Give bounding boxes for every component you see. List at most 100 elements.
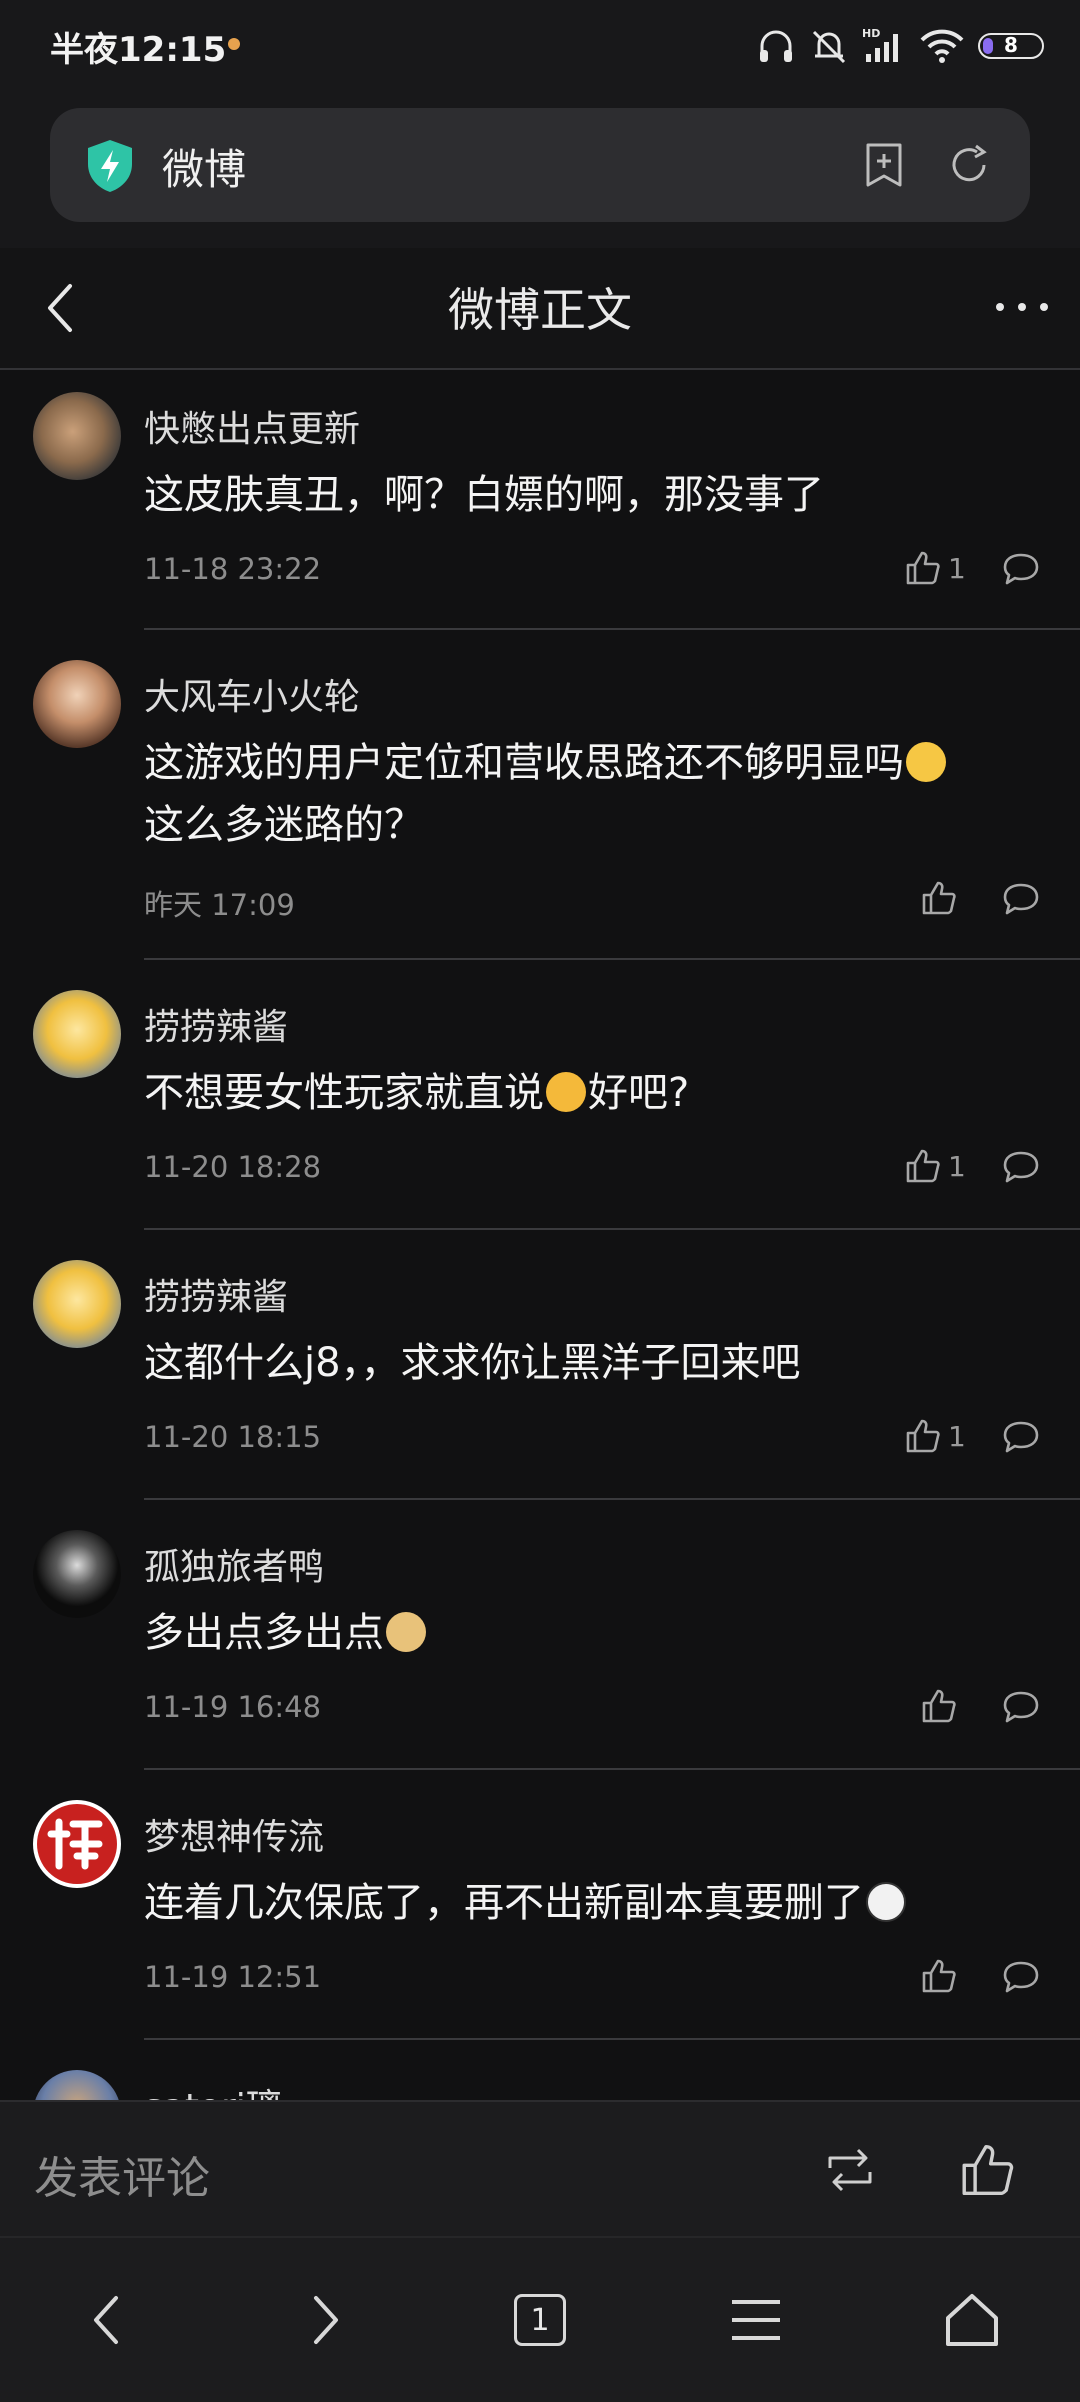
avatar[interactable] (33, 392, 121, 480)
comment-reply-icon[interactable] (1002, 552, 1040, 586)
tabs-icon: 1 (514, 2294, 566, 2346)
avatar[interactable] (33, 1530, 121, 1618)
comment-time: 昨天 17:09 (144, 888, 295, 922)
comment-like-button[interactable]: 1 (904, 1148, 966, 1184)
avatar[interactable] (33, 990, 121, 1078)
comment-text: 连着几次保底了，再不出新副本真要删了 (144, 1872, 1044, 1934)
doge-emoji-icon (386, 1612, 426, 1652)
comment-divider (144, 1768, 1080, 1770)
like-count: 1 (948, 1419, 966, 1453)
nav-forward-icon (314, 2296, 338, 2344)
more-dots-icon[interactable] (992, 292, 1052, 322)
avatar[interactable] (33, 2070, 121, 2100)
browser-nav-bar: 1 (0, 2236, 1080, 2402)
status-bar: 半夜12:15 HD 8 (0, 0, 1080, 92)
comment-username[interactable]: 大风车小火轮 (144, 668, 360, 720)
comment-divider (144, 628, 1080, 630)
comment-reply-icon[interactable] (1002, 1690, 1040, 1724)
comment-like-button[interactable]: 1 (904, 1418, 966, 1454)
comment-text-line: 好吧? (588, 1070, 690, 1116)
comment-item: 孤独旅者鸭 多出点多出点 11-19 16:48 (0, 1510, 1080, 1780)
comment-like-button[interactable] (920, 880, 956, 916)
repost-icon[interactable] (822, 2146, 878, 2194)
notification-dot (228, 38, 240, 50)
address-bar[interactable]: 微博 (50, 108, 1030, 222)
comment-reply-icon[interactable] (1002, 1960, 1040, 1994)
shield-bolt-icon[interactable] (84, 138, 136, 194)
nav-back-icon (94, 2296, 118, 2344)
comment-item: 捞捞辣酱 不想要女性玩家就直说 好吧? 11-20 18:28 1 (0, 970, 1080, 1240)
panda-emoji-icon (866, 1882, 906, 1922)
comment-list[interactable]: 快憋出点更新 这皮肤真丑，啊？白嫖的啊，那没事了 11-18 23:22 1 大… (0, 370, 1080, 2100)
comment-time: 11-18 23:22 (144, 552, 322, 586)
reload-icon[interactable] (946, 142, 992, 188)
like-icon (922, 881, 956, 915)
comment-username[interactable]: satori璃 (144, 2078, 282, 2100)
like-icon (906, 551, 940, 585)
comment-divider (144, 1228, 1080, 1230)
comment-divider (144, 958, 1080, 960)
address-title[interactable]: 微博 (162, 136, 246, 197)
comment-text: 多出点多出点 (144, 1602, 1044, 1664)
comment-like-button[interactable]: 1 (904, 550, 966, 586)
page-header: 微博正文 (0, 248, 1080, 370)
nav-forward-button[interactable] (286, 2280, 366, 2360)
status-time: 半夜12:15 (50, 30, 227, 70)
comment-item: 捞捞辣酱 这都什么j8，，求求你让黑洋子回来吧 11-20 18:15 1 (0, 1240, 1080, 1510)
comment-divider (144, 2038, 1080, 2040)
battery-icon: 8 (978, 33, 1044, 59)
like-icon (922, 1689, 956, 1723)
bookmark-add-icon[interactable] (862, 142, 906, 188)
comment-bar: 发表评论 (0, 2100, 1080, 2238)
comment-text: 这游戏的用户定位和营收思路还不够明显吗 这么多迷路的？ (144, 732, 1044, 856)
comment-time: 11-19 12:51 (144, 1960, 322, 1994)
nav-back-button[interactable] (66, 2280, 146, 2360)
comment-text-line: 这游戏的用户定位和营收思路还不够明显吗 (144, 740, 904, 786)
avatar[interactable] (33, 660, 121, 748)
battery-level: 8 (1004, 33, 1018, 57)
menu-icon (732, 2300, 780, 2340)
home-button[interactable] (932, 2280, 1012, 2360)
compose-comment-input[interactable]: 发表评论 (34, 2142, 210, 2206)
like-icon (922, 1959, 956, 1993)
like-icon (906, 1419, 940, 1453)
comment-reply-icon[interactable] (1002, 882, 1040, 916)
comment-item: 大风车小火轮 这游戏的用户定位和营收思路还不够明显吗 这么多迷路的？ 昨天 17… (0, 640, 1080, 970)
comment-reply-icon[interactable] (1002, 1420, 1040, 1454)
comment-item: 梦想神传流 连着几次保底了，再不出新副本真要删了 11-19 12:51 (0, 1780, 1080, 2050)
menu-button[interactable] (716, 2280, 796, 2360)
comment-username[interactable]: 梦想神传流 (144, 1808, 324, 1860)
comment-text-line: 这么多迷路的？ (144, 802, 424, 848)
comment-text-line: 多出点多出点 (144, 1610, 384, 1656)
comment-text: 这皮肤真丑，啊？白嫖的啊，那没事了 (144, 472, 824, 518)
comment-reply-icon[interactable] (1002, 1150, 1040, 1184)
like-icon (906, 1149, 940, 1183)
comment-time: 11-20 18:28 (144, 1150, 322, 1184)
status-icons: HD 8 (756, 22, 1044, 70)
emoji-icon (546, 1072, 586, 1112)
hd-signal-icon: HD (862, 27, 898, 62)
home-icon (946, 2294, 998, 2346)
headphones-icon (760, 30, 792, 62)
like-count: 1 (948, 551, 966, 585)
comment-like-button[interactable] (920, 1688, 956, 1724)
comment-item: 快憋出点更新 这皮肤真丑，啊？白嫖的啊，那没事了 11-18 23:22 1 (0, 370, 1080, 630)
svg-text:HD: HD (862, 27, 880, 40)
comment-like-button[interactable] (920, 1958, 956, 1994)
tabs-button[interactable]: 1 (500, 2280, 580, 2360)
comment-username[interactable]: 快憋出点更新 (144, 400, 360, 452)
comment-text-line: 不想要女性玩家就直说 (144, 1070, 544, 1116)
comment-time: 11-20 18:15 (144, 1420, 322, 1454)
comment-item: satori璃 (0, 2050, 1080, 2100)
comment-text: 不想要女性玩家就直说 好吧? (144, 1062, 1044, 1124)
comment-username[interactable]: 捞捞辣酱 (144, 998, 288, 1050)
comment-username[interactable]: 孤独旅者鸭 (144, 1538, 324, 1590)
avatar[interactable] (33, 1260, 121, 1348)
comment-username[interactable]: 捞捞辣酱 (144, 1268, 288, 1320)
emoji-icon (906, 742, 946, 782)
comment-divider (144, 1498, 1080, 1500)
like-icon[interactable] (958, 2142, 1014, 2198)
avatar[interactable] (33, 1800, 121, 1888)
comment-text: 这都什么j8，，求求你让黑洋子回来吧 (144, 1340, 801, 1386)
tab-count: 1 (530, 2302, 550, 2338)
